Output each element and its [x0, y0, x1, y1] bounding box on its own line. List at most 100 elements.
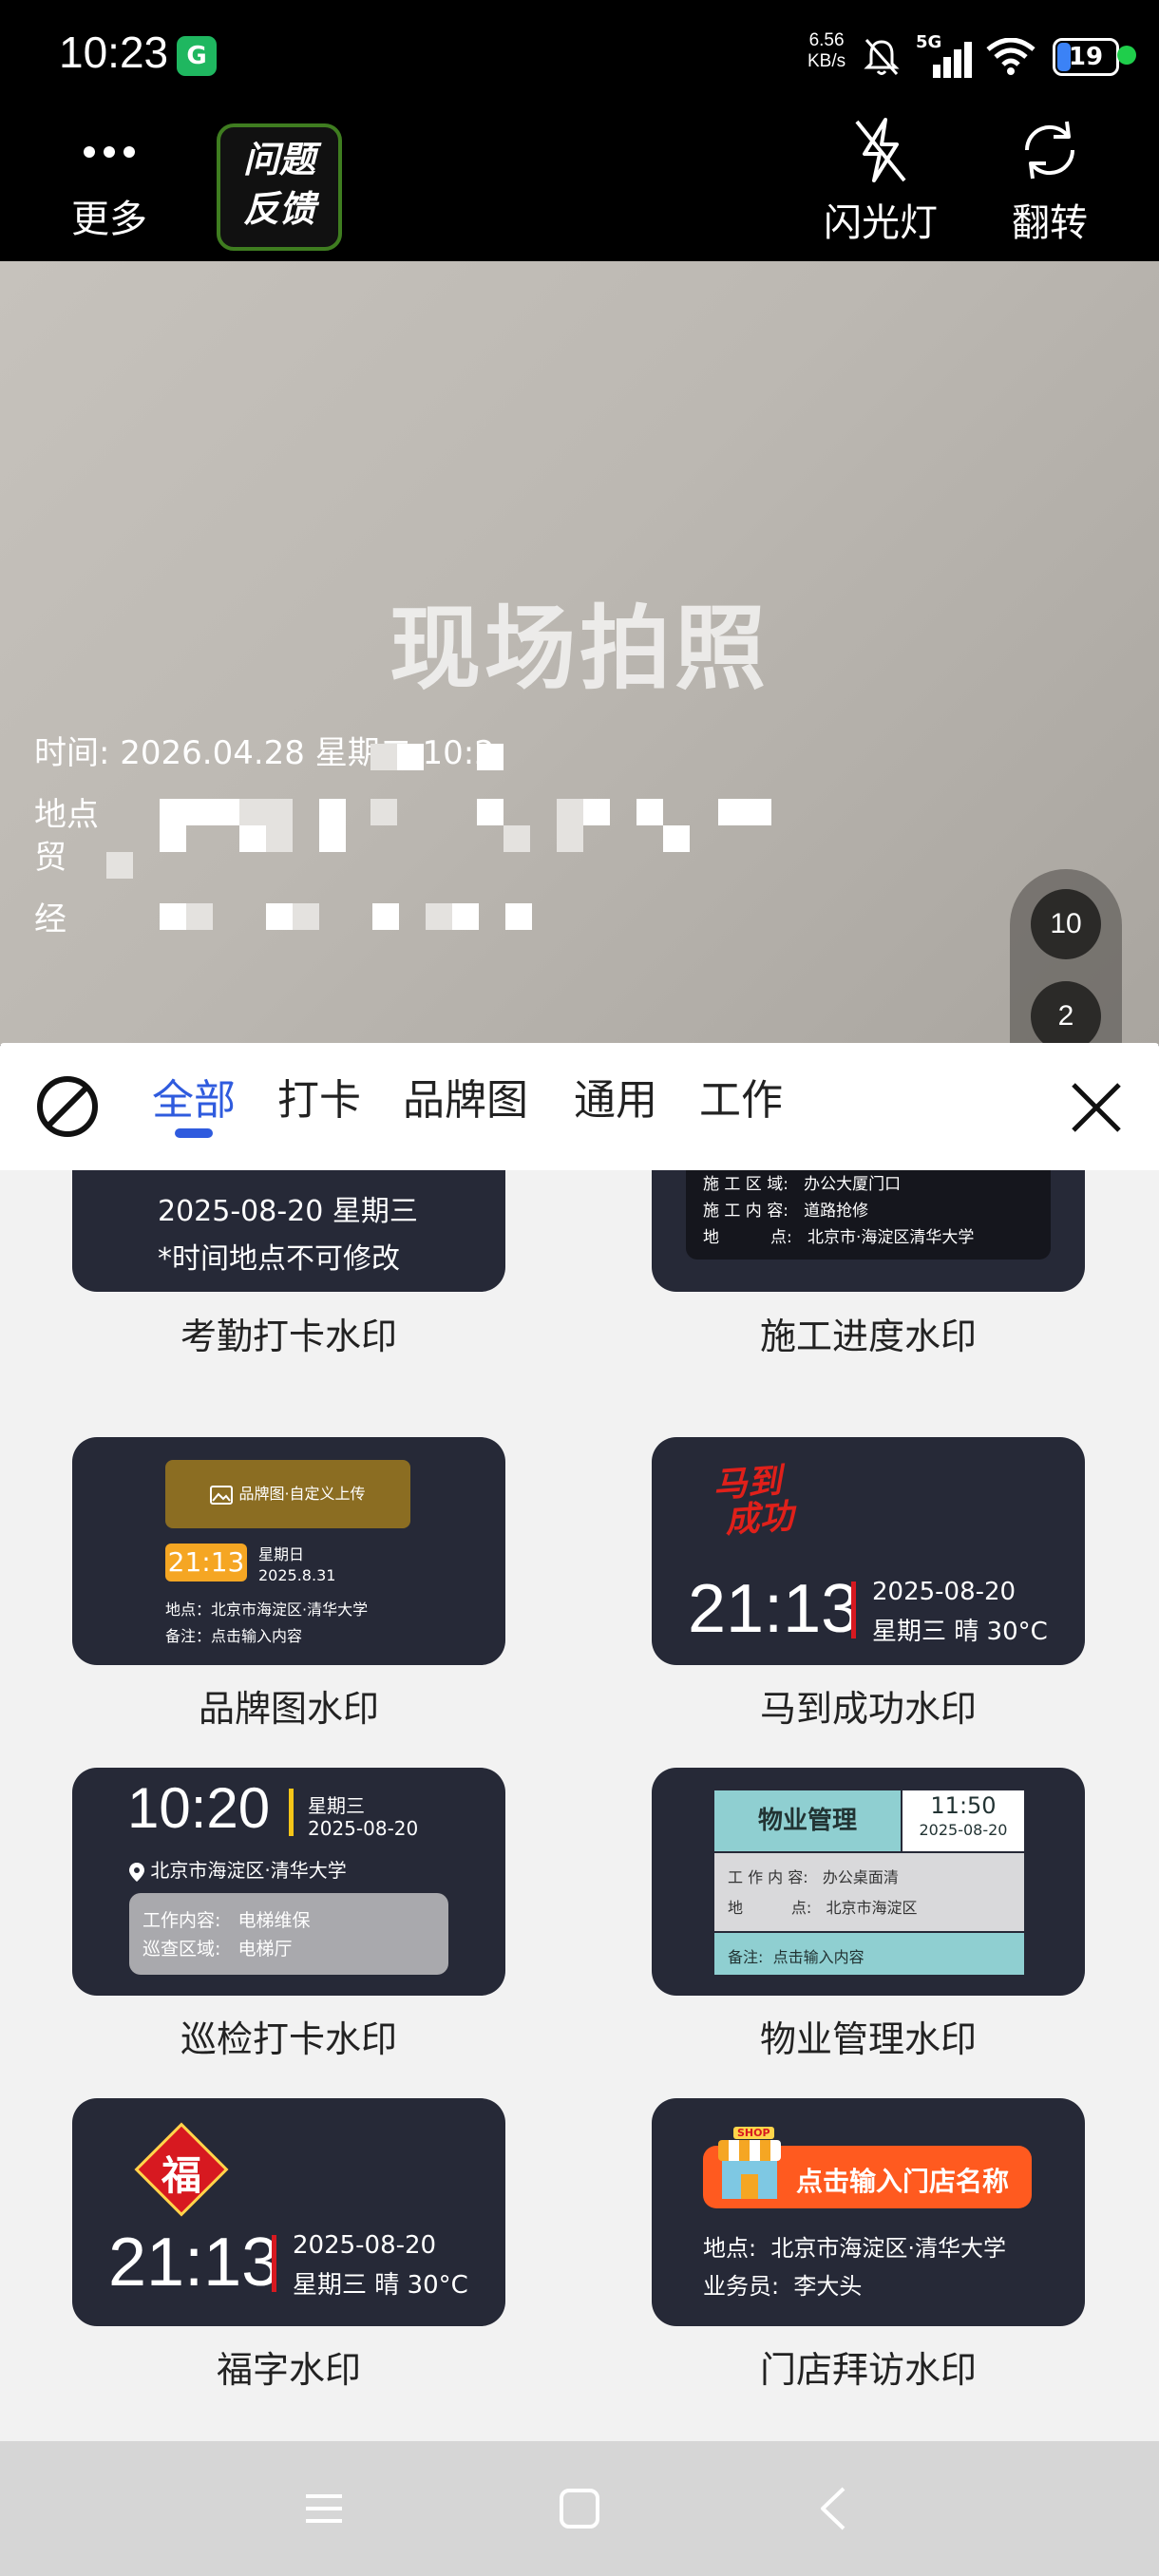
template-construction-card[interactable]: 施 工 区 域: 办公大厦门口 施 工 内 容: 道路抢修 地 点: 北京市·海…	[652, 1170, 1085, 1292]
tab-checkin[interactable]: 打卡	[277, 1066, 361, 1127]
property-remark: 备注: 点击输入内容	[728, 1948, 864, 1966]
net-speed: 6.56 KB/s	[808, 30, 846, 72]
patrol-divider	[289, 1789, 294, 1836]
template-fu-label: 福字水印	[216, 2349, 361, 2391]
fu-weather: 星期三 晴 30°C	[293, 2271, 468, 2300]
property-date: 2025-08-20	[919, 1821, 1008, 1839]
template-attendance-label: 考勤打卡水印	[180, 1316, 397, 1357]
brand-location: 地点：北京市海淀区·清华大学	[165, 1601, 369, 1619]
status-bar: 10:23 G 6.56 KB/s 5G 19	[0, 0, 1159, 114]
construction-row3: 地 点: 北京市·海淀区清华大学	[703, 1228, 975, 1247]
patrol-area: 巡查区域: 电梯厅	[142, 1939, 293, 1960]
flip-camera-button[interactable]: 翻转	[988, 114, 1112, 247]
tab-work[interactable]: 工作	[699, 1066, 783, 1127]
property-title: 物业管理	[757, 1807, 857, 1835]
watermark-template-grid: 2025-08-20 星期三 *时间地点不可修改 考勤打卡水印 施 工 区 域:…	[0, 1170, 1159, 2441]
preview-time-line: 时间: 2026.04.28 星期二 10:2	[34, 734, 495, 772]
template-property-card[interactable]: 物业管理 11:50 2025-08-20 工 作 内 容: 办公桌面清 地 点…	[652, 1768, 1085, 1996]
tab-all-label: 全部	[152, 1076, 236, 1125]
flash-off-icon	[855, 118, 906, 182]
property-content: 工 作 内 容: 办公桌面清	[728, 1868, 899, 1886]
photo-counter[interactable]: 10 2	[1010, 869, 1122, 1045]
tab-all[interactable]: 全部	[152, 1066, 236, 1138]
template-property-label: 物业管理水印	[759, 2018, 977, 2060]
attendance-note: *时间地点不可修改	[158, 1242, 400, 1276]
battery-icon: 19	[1053, 38, 1119, 76]
camera-toolbar: 更多 问题 反馈 闪光灯 翻转	[0, 114, 1159, 261]
property-time: 11:50	[930, 1792, 997, 1819]
preview-watermark-title: 现场拍照	[390, 596, 770, 702]
template-patrol-card[interactable]: 10:20 星期三 2025-08-20 北京市海淀区·清华大学 工作内容: 电…	[72, 1768, 505, 1996]
template-success-card[interactable]: 马到 成功 21:13 2025-08-20 星期三 晴 30°C	[652, 1437, 1085, 1665]
template-success-label: 马到成功水印	[759, 1688, 977, 1730]
status-time: 10:23	[59, 28, 169, 77]
template-store-card[interactable]: SHOP 点击输入门店名称 地点: 北京市海淀区·清华大学 业务员: 李大头	[652, 2098, 1085, 2326]
preview-location-prefix: 地点	[34, 796, 99, 834]
signal-icon: 5G	[916, 32, 972, 78]
battery-level: 19	[1068, 43, 1104, 71]
preview-manager-prefix: 经	[34, 900, 66, 938]
tab-general-label: 通用	[574, 1076, 657, 1125]
store-salesman: 业务员: 李大头	[703, 2273, 863, 2300]
feedback-line2: 反馈	[242, 188, 315, 230]
template-brand-label: 品牌图水印	[198, 1688, 379, 1730]
patrol-weekday: 星期三	[308, 1794, 365, 1817]
attendance-date: 2025-08-20 星期三	[158, 1195, 418, 1228]
tab-brand[interactable]: 品牌图	[403, 1066, 528, 1127]
flash-label: 闪光灯	[824, 201, 938, 245]
tab-general[interactable]: 通用	[574, 1066, 657, 1127]
system-nav-bar	[0, 2441, 1159, 2576]
fu-time: 21:13	[108, 2225, 280, 2301]
brand-upload-banner: 品牌图·自定义上传	[165, 1460, 410, 1528]
patrol-info-box	[129, 1893, 448, 1975]
more-dots-icon	[84, 146, 135, 158]
template-attendance-card[interactable]: 2025-08-20 星期三 *时间地点不可修改	[72, 1170, 505, 1292]
success-divider	[851, 1582, 856, 1638]
privacy-indicator-dot	[1117, 46, 1136, 65]
store-shop-badge: SHOP	[733, 2127, 774, 2139]
tab-checkin-label: 打卡	[277, 1076, 361, 1125]
flash-button[interactable]: 闪光灯	[819, 114, 942, 247]
store-door	[741, 2174, 758, 2199]
store-location: 地点: 北京市海淀区·清华大学	[703, 2235, 1006, 2262]
mute-bell-icon	[864, 39, 900, 75]
net-speed-unit: KB/s	[808, 51, 846, 71]
tab-active-indicator	[175, 1128, 213, 1138]
store-awning	[718, 2140, 781, 2161]
brand-weekday: 星期日	[258, 1545, 305, 1563]
camera-preview[interactable]: 现场拍照 时间: 2026.04.28 星期二 10:2 地点 贸 经 10 2	[0, 261, 1159, 1045]
back-icon[interactable]	[811, 2485, 859, 2532]
success-date: 2025-08-20	[872, 1578, 1016, 1606]
success-logo: 马到 成功	[712, 1462, 795, 1542]
store-shop-icon: SHOP	[714, 2127, 785, 2207]
template-store-label: 门店拜访水印	[759, 2349, 977, 2391]
app-notification-icon: G	[177, 36, 217, 76]
patrol-date: 2025-08-20	[308, 1817, 419, 1840]
no-watermark-icon[interactable]	[34, 1073, 101, 1140]
store-banner-text: 点击输入门店名称	[796, 2166, 1010, 2197]
property-header: 物业管理	[714, 1790, 901, 1851]
menu-icon[interactable]	[300, 2485, 348, 2532]
counter-bottom[interactable]: 2	[1031, 981, 1101, 1045]
status-icons: 5G 19	[863, 30, 1119, 84]
success-logo-line2: 成功	[723, 1497, 795, 1542]
wifi-icon	[986, 38, 1036, 75]
template-construction-label: 施工进度水印	[759, 1316, 977, 1357]
net-speed-value: 6.56	[808, 30, 845, 50]
image-icon	[210, 1485, 234, 1505]
home-icon[interactable]	[556, 2485, 603, 2532]
fu-date: 2025-08-20	[293, 2231, 437, 2260]
patrol-location: 北京市海淀区·清华大学	[150, 1859, 347, 1882]
success-weather: 星期三 晴 30°C	[872, 1618, 1048, 1646]
template-fu-card[interactable]: 福 21:13 2025-08-20 星期三 晴 30°C	[72, 2098, 505, 2326]
more-button[interactable]: 更多	[57, 123, 162, 243]
construction-row1: 施 工 区 域: 办公大厦门口	[703, 1175, 902, 1194]
template-brand-card[interactable]: 品牌图·自定义上传 21:13 星期日 2025.8.31 地点：北京市海淀区·…	[72, 1437, 505, 1665]
tab-brand-label: 品牌图	[403, 1076, 528, 1125]
template-patrol-label: 巡检打卡水印	[180, 2018, 397, 2060]
counter-top[interactable]: 10	[1031, 889, 1101, 959]
fu-divider	[272, 2235, 276, 2292]
close-icon[interactable]	[1068, 1079, 1125, 1136]
network-type: 5G	[916, 32, 942, 52]
feedback-button[interactable]: 问题 反馈	[217, 123, 342, 251]
